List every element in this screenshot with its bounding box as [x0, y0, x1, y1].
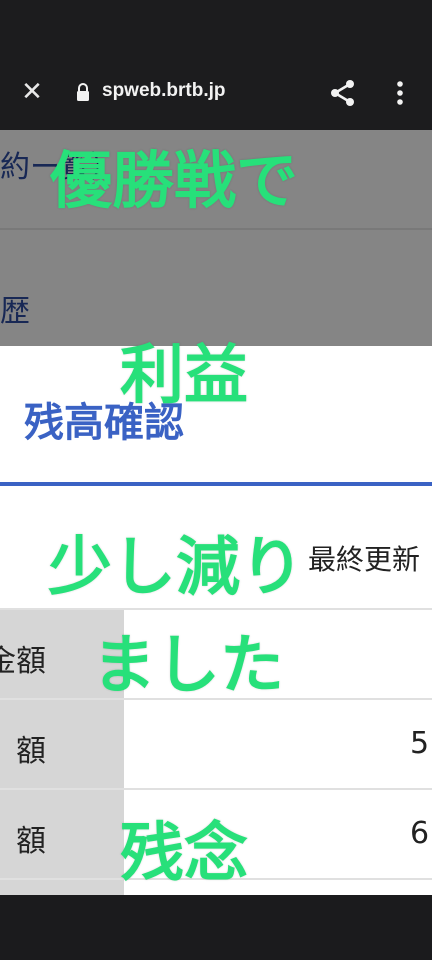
- row-label: 額: [16, 824, 46, 859]
- close-icon[interactable]: ✕: [18, 78, 46, 106]
- browser-toolbar: ✕ spweb.brtb.jp: [0, 0, 432, 130]
- row-label: 金額: [0, 644, 46, 679]
- last-updated-label: 最終更新: [308, 543, 421, 576]
- caption-line-1: 優勝戦で: [50, 144, 299, 217]
- caption-line-3: 少し減り: [48, 531, 304, 605]
- caption-line-5: 残念: [120, 817, 248, 891]
- more-options-icon[interactable]: [388, 78, 412, 108]
- row-label: 額: [16, 734, 46, 769]
- row-label-cell: 額: [0, 700, 124, 788]
- url-text[interactable]: spweb.brtb.jp: [102, 80, 226, 102]
- table-row: 額 5: [0, 700, 432, 790]
- row-value-cell: 5: [124, 700, 432, 788]
- row-label-cell: [0, 880, 124, 895]
- lock-icon: [77, 83, 89, 101]
- web-page: 約ー覧） 歴 残高確認 最終更新 金額 額 5 額 6: [0, 130, 432, 895]
- row-value: 6: [410, 816, 430, 851]
- bottom-bar: [0, 895, 432, 960]
- title-divider: [0, 482, 432, 486]
- row-label-cell: 額: [0, 790, 124, 878]
- caption-line-4: ました: [92, 629, 284, 703]
- caption-line-2: 利益: [120, 339, 248, 413]
- row-value: 5: [410, 726, 430, 761]
- share-icon[interactable]: [328, 78, 358, 108]
